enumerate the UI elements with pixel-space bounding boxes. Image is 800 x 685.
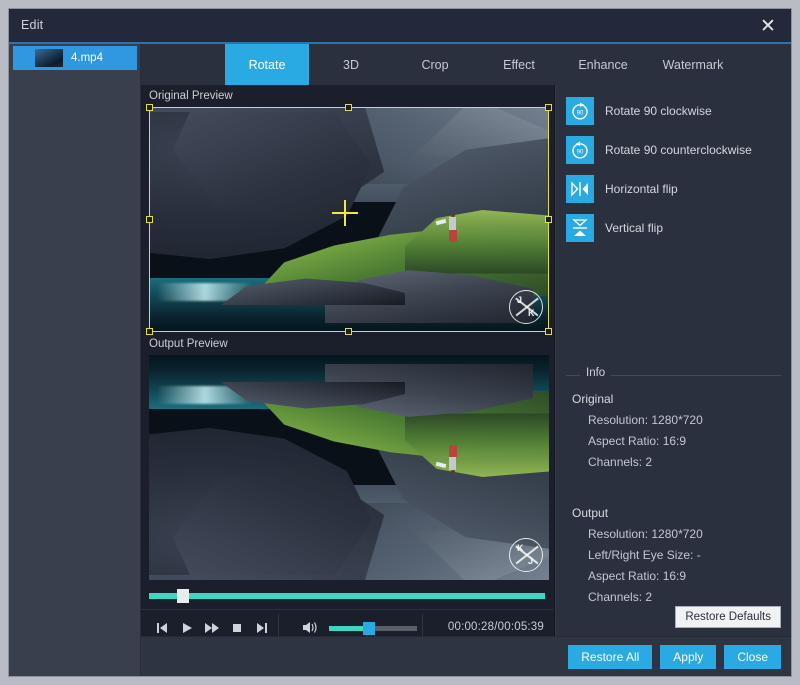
preview-column: Original Preview J K <box>141 85 555 636</box>
info-box: Info Original Resolution: 1280*720 Aspec… <box>566 375 781 611</box>
info-row: Resolution: 1280*720 <box>588 413 781 427</box>
info-row: Resolution: 1280*720 <box>588 527 781 541</box>
rotate-clockwise-90-icon: 90 <box>566 97 594 125</box>
close-icon[interactable]: ✕ <box>755 14 781 38</box>
person-figure <box>443 445 463 474</box>
info-output-heading: Output <box>572 506 781 520</box>
volume-handle[interactable] <box>363 622 375 635</box>
time-display: 00:00:28/00:05:39 <box>448 621 544 633</box>
volume-icon[interactable] <box>303 621 318 637</box>
watermark-letter-bottom: K <box>528 309 535 318</box>
tab-crop[interactable]: Crop <box>393 44 477 85</box>
jk-watermark-icon: J K <box>509 290 543 324</box>
vertical-flip-button[interactable]: Vertical flip <box>566 214 783 242</box>
rotate-action-label: Horizontal flip <box>605 182 678 196</box>
skip-previous-icon[interactable] <box>149 618 174 638</box>
bottom-bar: Restore All Apply Close <box>141 636 791 676</box>
play-icon[interactable] <box>174 618 199 638</box>
skip-next-icon[interactable] <box>249 618 274 638</box>
rotate-90-clockwise-button[interactable]: 90 Rotate 90 clockwise <box>566 97 783 125</box>
horizontal-flip-button[interactable]: Horizontal flip <box>566 175 783 203</box>
svg-text:90: 90 <box>577 150 584 156</box>
jk-watermark-icon: K J <box>509 538 543 572</box>
svg-text:90: 90 <box>577 111 584 117</box>
info-row: Aspect Ratio: 16:9 <box>588 434 781 448</box>
volume-slider[interactable] <box>329 626 417 631</box>
list-item[interactable]: 4.mp4 <box>13 46 137 70</box>
tab-rotate[interactable]: Rotate <box>225 44 309 85</box>
right-panel: 90 Rotate 90 clockwise 90 Rotate 90 coun… <box>556 85 791 636</box>
info-legend: Info <box>580 367 611 379</box>
info-original-group: Original Resolution: 1280*720 Aspect Rat… <box>566 392 781 469</box>
titlebar: Edit ✕ <box>9 9 791 42</box>
progress-track <box>149 593 545 599</box>
info-output-group: Output Resolution: 1280*720 Left/Right E… <box>566 506 781 604</box>
tab-3d[interactable]: 3D <box>309 44 393 85</box>
file-list: 4.mp4 <box>9 44 141 676</box>
original-preview-label: Original Preview <box>149 90 233 102</box>
close-button[interactable]: Close <box>724 645 781 669</box>
output-preview-image <box>149 355 549 580</box>
window-title: Edit <box>21 18 43 32</box>
watermark-letter-top: K <box>517 544 524 553</box>
volume-fill <box>329 626 366 631</box>
person-figure <box>443 213 463 242</box>
rotate-action-label: Rotate 90 counterclockwise <box>605 143 752 157</box>
rotate-actions-list: 90 Rotate 90 clockwise 90 Rotate 90 coun… <box>566 97 783 253</box>
tab-effect[interactable]: Effect <box>477 44 561 85</box>
rotate-90-counterclockwise-button[interactable]: 90 Rotate 90 counterclockwise <box>566 136 783 164</box>
edit-dialog-window: Edit ✕ 4.mp4 Rotate 3D Crop Effect Enhan… <box>8 8 792 677</box>
rotate-action-label: Rotate 90 clockwise <box>605 104 712 118</box>
watermark-letter-bottom: J <box>528 557 533 566</box>
output-preview-stage[interactable]: K J <box>149 355 549 580</box>
info-original-heading: Original <box>572 392 781 406</box>
output-preview-label: Output Preview <box>149 338 228 350</box>
crosshair-icon <box>332 200 358 226</box>
tab-strip: Rotate 3D Crop Effect Enhance Watermark <box>141 44 791 85</box>
fast-forward-icon[interactable] <box>199 618 224 638</box>
restore-defaults-button[interactable]: Restore Defaults <box>675 606 781 628</box>
horizontal-flip-icon <box>566 175 594 203</box>
watermark-letter-top: J <box>517 296 522 305</box>
rotate-counterclockwise-90-icon: 90 <box>566 136 594 164</box>
video-thumbnail <box>35 49 63 67</box>
restore-all-button[interactable]: Restore All <box>568 645 652 669</box>
stop-icon[interactable] <box>224 618 249 638</box>
info-row: Channels: 2 <box>588 590 781 604</box>
rotate-action-label: Vertical flip <box>605 221 663 235</box>
vertical-flip-icon <box>566 214 594 242</box>
original-preview-stage[interactable]: J K <box>149 107 549 332</box>
tab-enhance[interactable]: Enhance <box>561 44 645 85</box>
info-row: Left/Right Eye Size: - <box>588 548 781 562</box>
info-row: Aspect Ratio: 16:9 <box>588 569 781 583</box>
file-name: 4.mp4 <box>71 52 103 64</box>
apply-button[interactable]: Apply <box>660 645 716 669</box>
info-row: Channels: 2 <box>588 455 781 469</box>
progress-handle[interactable] <box>177 589 189 603</box>
tab-watermark[interactable]: Watermark <box>645 44 741 85</box>
playback-progress-slider[interactable] <box>149 588 545 604</box>
